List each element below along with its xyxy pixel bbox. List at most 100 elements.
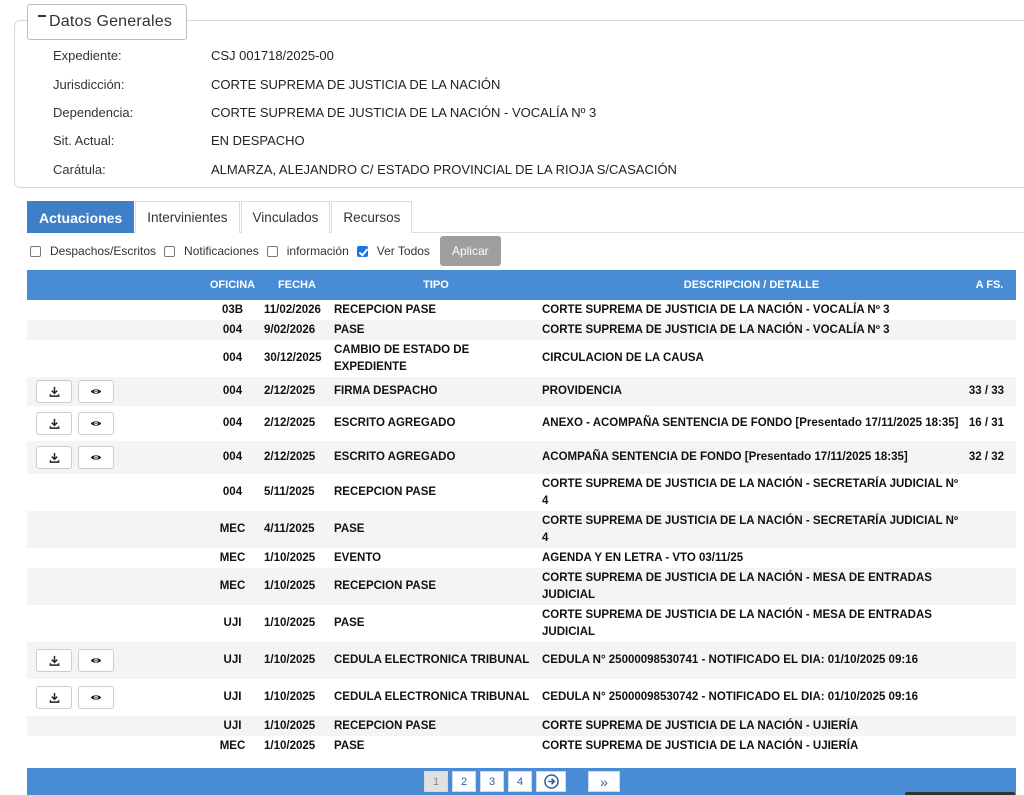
- cell-tipo: CAMBIO DE ESTADO DE EXPEDIENTE: [334, 343, 470, 373]
- table-row: UJI 1/10/2025 CEDULA ELECTRONICA TRIBUNAL C…: [27, 642, 1016, 679]
- table-row: 004 5/11/2025 RECEPCION PASE CORTE SUPREMA …: [27, 474, 1016, 511]
- row-actions: [27, 474, 203, 511]
- filter-ver-todos[interactable]: Ver Todos: [356, 244, 430, 258]
- cell-descripcion: CORTE SUPREMA DE JUSTICIA DE LA NACIÓN -…: [542, 739, 859, 752]
- view-button[interactable]: [78, 686, 114, 709]
- cell-fecha: 1/10/2025: [264, 691, 316, 703]
- cell-oficina: 004: [222, 451, 243, 463]
- cell-fecha: 1/10/2025: [264, 719, 316, 732]
- cell-oficina: 03B: [221, 303, 244, 316]
- page-1-button[interactable]: 1: [424, 771, 448, 792]
- datos-generales-toggle[interactable]: Datos Generales: [27, 4, 188, 40]
- row-actions: [27, 511, 203, 548]
- field-expediente: Expediente: CSJ 001718/2025-00: [53, 48, 334, 63]
- cell-oficina: MEC: [219, 551, 246, 564]
- cell-afs: [963, 605, 1016, 642]
- row-actions: [27, 736, 203, 756]
- field-label: Dependencia:: [53, 105, 134, 120]
- checkbox-notificaciones[interactable]: [164, 245, 176, 257]
- cell-afs: [963, 716, 1016, 736]
- table-row: MEC 1/10/2025 EVENTO AGENDA Y EN LETRA - VT…: [27, 548, 1016, 568]
- cell-oficina: 004: [222, 352, 243, 364]
- cell-fecha: 5/11/2025: [264, 486, 315, 498]
- cell-descripcion: CORTE SUPREMA DE JUSTICIA DE LA NACIÓN -…: [542, 571, 932, 601]
- cell-tipo: PASE: [334, 739, 365, 752]
- next-page-button[interactable]: [536, 771, 566, 792]
- cell-tipo: RECEPCION PASE: [334, 486, 437, 498]
- header-actions: [27, 270, 203, 300]
- view-button[interactable]: [78, 380, 114, 403]
- eye-icon: [90, 455, 102, 460]
- cell-afs: [963, 736, 1016, 756]
- download-icon: [49, 386, 59, 397]
- header-descripcion: DESCRIPCION / DETALLE: [540, 270, 963, 300]
- eye-icon: [90, 658, 102, 663]
- field-label: Jurisdicción:: [53, 77, 125, 92]
- filter-despachos[interactable]: Despachos/Escritos: [30, 244, 156, 258]
- filter-informacion[interactable]: información: [266, 244, 349, 258]
- page-4-button[interactable]: 4: [508, 771, 532, 792]
- download-button[interactable]: [36, 649, 72, 672]
- filter-label: Despachos/Escritos: [50, 244, 157, 258]
- table-row: UJI 1/10/2025 CEDULA ELECTRONICA TRIBUNAL C…: [27, 679, 1016, 716]
- cell-tipo: ESCRITO AGREGADO: [334, 451, 456, 463]
- cell-tipo: RECEPCION PASE: [334, 580, 437, 592]
- table-row: MEC 4/11/2025 PASE CORTE SUPREMA DE JUSTICI…: [27, 511, 1016, 548]
- view-button[interactable]: [78, 446, 114, 469]
- field-jurisdiccion: Jurisdicción: CORTE SUPREMA DE JUSTICIA …: [53, 77, 500, 92]
- row-actions: [27, 320, 203, 340]
- cell-tipo: CEDULA ELECTRONICA TRIBUNAL: [334, 654, 530, 666]
- download-button[interactable]: [36, 686, 72, 709]
- collapse-minus-icon: [38, 15, 46, 17]
- row-actions: [27, 568, 203, 605]
- cell-tipo: CEDULA ELECTRONICA TRIBUNAL: [334, 691, 530, 703]
- download-button[interactable]: [36, 412, 72, 435]
- eye-icon: [90, 421, 102, 426]
- tab-actuaciones[interactable]: Actuaciones: [27, 201, 135, 233]
- cell-descripcion: ANEXO - ACOMPAÑA SENTENCIA DE FONDO [Pre…: [542, 417, 959, 429]
- tab-vinculados[interactable]: Vinculados: [240, 201, 331, 233]
- cell-tipo: RECEPCION PASE: [334, 719, 437, 732]
- cell-oficina: UJI: [223, 719, 242, 732]
- cell-oficina: MEC: [219, 739, 246, 752]
- filter-label: Notificaciones: [184, 244, 259, 258]
- row-actions: [27, 679, 203, 716]
- field-dependencia: Dependencia: CORTE SUPREMA DE JUSTICIA D…: [53, 105, 596, 120]
- filter-notificaciones[interactable]: Notificaciones: [164, 244, 259, 258]
- cell-oficina: UJI: [223, 654, 242, 666]
- view-button[interactable]: [78, 412, 114, 435]
- cell-tipo: RECEPCION PASE: [334, 303, 437, 316]
- apply-button[interactable]: Aplicar: [439, 236, 501, 266]
- checkbox-ver-todos[interactable]: [356, 245, 368, 257]
- view-button[interactable]: [78, 649, 114, 672]
- last-page-button[interactable]: »: [588, 771, 620, 792]
- cell-oficina: 004: [222, 385, 243, 397]
- cell-oficina: 004: [222, 323, 243, 336]
- download-button[interactable]: [36, 446, 72, 469]
- cell-afs: [963, 642, 1016, 679]
- cell-tipo: ESCRITO AGREGADO: [334, 417, 456, 429]
- row-actions: [27, 642, 203, 679]
- cell-afs: [963, 511, 1016, 548]
- table-row: 004 30/12/2025 CAMBIO DE ESTADO DE EXPEDIE…: [27, 340, 1016, 377]
- cell-fecha: 2/12/2025: [264, 385, 316, 397]
- row-actions: [27, 605, 203, 642]
- cell-afs: 32 / 32: [968, 451, 1004, 463]
- cell-oficina: UJI: [223, 617, 242, 629]
- tab-intervinientes[interactable]: Intervinientes: [135, 201, 240, 233]
- table-row: MEC 1/10/2025 PASE CORTE SUPREMA DE JUSTICI…: [27, 736, 1016, 756]
- checkbox-informacion[interactable]: [266, 245, 278, 257]
- table-row: MEC 1/10/2025 RECEPCION PASE CORTE SUPREMA …: [27, 568, 1016, 605]
- cell-afs: [963, 679, 1016, 716]
- page-3-button[interactable]: 3: [480, 771, 504, 792]
- page-2-button[interactable]: 2: [452, 771, 476, 792]
- table-row: 03B 11/02/2026 RECEPCION PASE CORTE SUPREMA…: [27, 300, 1016, 320]
- checkbox-despachos[interactable]: [30, 245, 41, 257]
- cell-afs: [963, 300, 1016, 320]
- tab-recursos[interactable]: Recursos: [331, 201, 413, 233]
- circle-arrow-right-icon: [543, 774, 559, 789]
- download-button[interactable]: [36, 380, 72, 403]
- cell-tipo: FIRMA DESPACHO: [334, 385, 438, 397]
- tab-bar: Actuaciones Intervinientes Vinculados Re…: [27, 201, 1024, 233]
- cell-descripcion: CEDULA N° 25000098530742 - NOTIFICADO EL…: [542, 691, 918, 703]
